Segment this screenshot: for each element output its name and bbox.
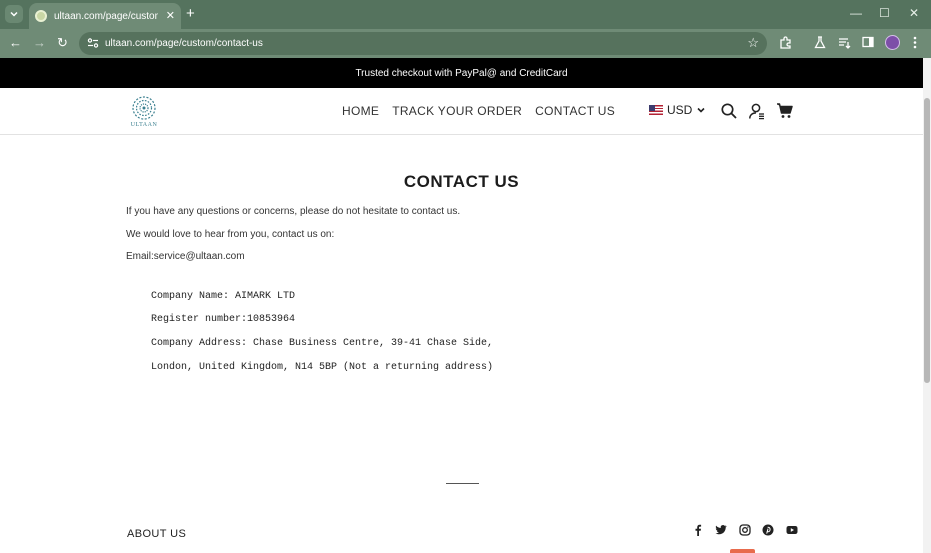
url-text[interactable]: ultaan.com/page/custom/contact-us xyxy=(105,37,263,50)
nav-track-order[interactable]: TRACK YOUR ORDER xyxy=(392,104,522,118)
forward-button[interactable]: → xyxy=(33,35,46,51)
tab-strip: ultaan.com/page/custom/contact-us ✕ + — … xyxy=(0,0,931,29)
facebook-icon[interactable] xyxy=(692,524,704,536)
contact-paragraph: We would love to hear from you, contact … xyxy=(126,229,335,240)
reload-button[interactable]: ↻ xyxy=(57,35,68,51)
active-tab[interactable]: ultaan.com/page/custom/contact-us ✕ xyxy=(29,3,181,29)
search-icon[interactable] xyxy=(720,102,738,120)
company-address-line1: Company Address: Chase Business Centre, … xyxy=(151,338,494,349)
bookmark-star-icon[interactable]: ☆ xyxy=(747,35,759,51)
extensions-icon[interactable] xyxy=(779,36,792,49)
page-scrollbar[interactable] xyxy=(923,58,931,553)
company-name: Company Name: AIMARK LTD xyxy=(151,291,296,302)
reading-list-icon[interactable] xyxy=(838,36,851,49)
us-flag-icon xyxy=(649,105,663,115)
page-title: CONTACT US xyxy=(403,172,520,191)
currency-label: USD xyxy=(667,103,693,117)
pinterest-icon[interactable] xyxy=(762,524,774,536)
main-nav: HOME TRACK YOUR ORDER CONTACT US xyxy=(342,104,615,118)
chevron-down-icon xyxy=(10,11,18,17)
cart-icon[interactable] xyxy=(776,102,794,120)
tab-close-button[interactable]: ✕ xyxy=(166,10,175,22)
logo-text: ULTAAN xyxy=(130,122,158,128)
web-page: Trusted checkout with PayPal@ and Credit… xyxy=(0,58,923,553)
back-button[interactable]: ← xyxy=(9,35,22,51)
chevron-down-icon xyxy=(697,107,705,113)
site-logo[interactable]: ULTAAN xyxy=(129,95,159,131)
account-icon[interactable] xyxy=(748,102,766,120)
tab-search-button[interactable] xyxy=(5,5,23,23)
scrollbar-thumb[interactable] xyxy=(924,98,930,383)
close-window-button[interactable]: ✕ xyxy=(909,5,919,21)
address-bar[interactable]: ultaan.com/page/custom/contact-us ☆ xyxy=(79,32,767,55)
labs-icon[interactable] xyxy=(814,36,826,49)
menu-icon[interactable] xyxy=(913,36,917,49)
maximize-button[interactable]: ☐ xyxy=(879,5,890,21)
register-number: Register number:10853964 xyxy=(151,314,296,325)
nav-contact-us[interactable]: CONTACT US xyxy=(535,104,615,118)
intro-paragraph: If you have any questions or concerns, p… xyxy=(126,206,461,217)
side-panel-icon[interactable] xyxy=(862,36,874,48)
company-address-line2: London, United Kingdom, N14 5BP (Not a r… xyxy=(151,362,494,373)
announcement-text: Trusted checkout with PayPal@ and Credit… xyxy=(355,67,568,79)
floating-widget-peek[interactable] xyxy=(730,549,755,553)
site-header: ULTAAN HOME TRACK YOUR ORDER CONTACT US … xyxy=(0,88,923,135)
twitter-icon[interactable] xyxy=(715,524,727,536)
browser-toolbar: ← → ↻ ultaan.com/page/custom/contact-us … xyxy=(0,29,931,58)
minimize-button[interactable]: — xyxy=(850,5,862,21)
instagram-icon[interactable] xyxy=(739,524,751,536)
email-text[interactable]: Email:service@ultaan.com xyxy=(126,251,245,262)
tab-title: ultaan.com/page/custom/contact-us xyxy=(54,10,158,22)
new-tab-button[interactable]: + xyxy=(186,6,195,21)
footer-about-heading[interactable]: ABOUT US xyxy=(127,528,186,540)
currency-selector[interactable]: USD xyxy=(649,103,706,117)
youtube-icon[interactable] xyxy=(786,524,798,536)
logo-mark-icon xyxy=(132,96,156,120)
announcement-bar: Trusted checkout with PayPal@ and Credit… xyxy=(0,58,923,88)
nav-home[interactable]: HOME xyxy=(342,104,379,118)
site-favicon xyxy=(35,10,47,22)
site-info-icon[interactable] xyxy=(87,37,99,49)
profile-avatar[interactable] xyxy=(885,35,900,50)
footer-divider xyxy=(446,483,479,484)
